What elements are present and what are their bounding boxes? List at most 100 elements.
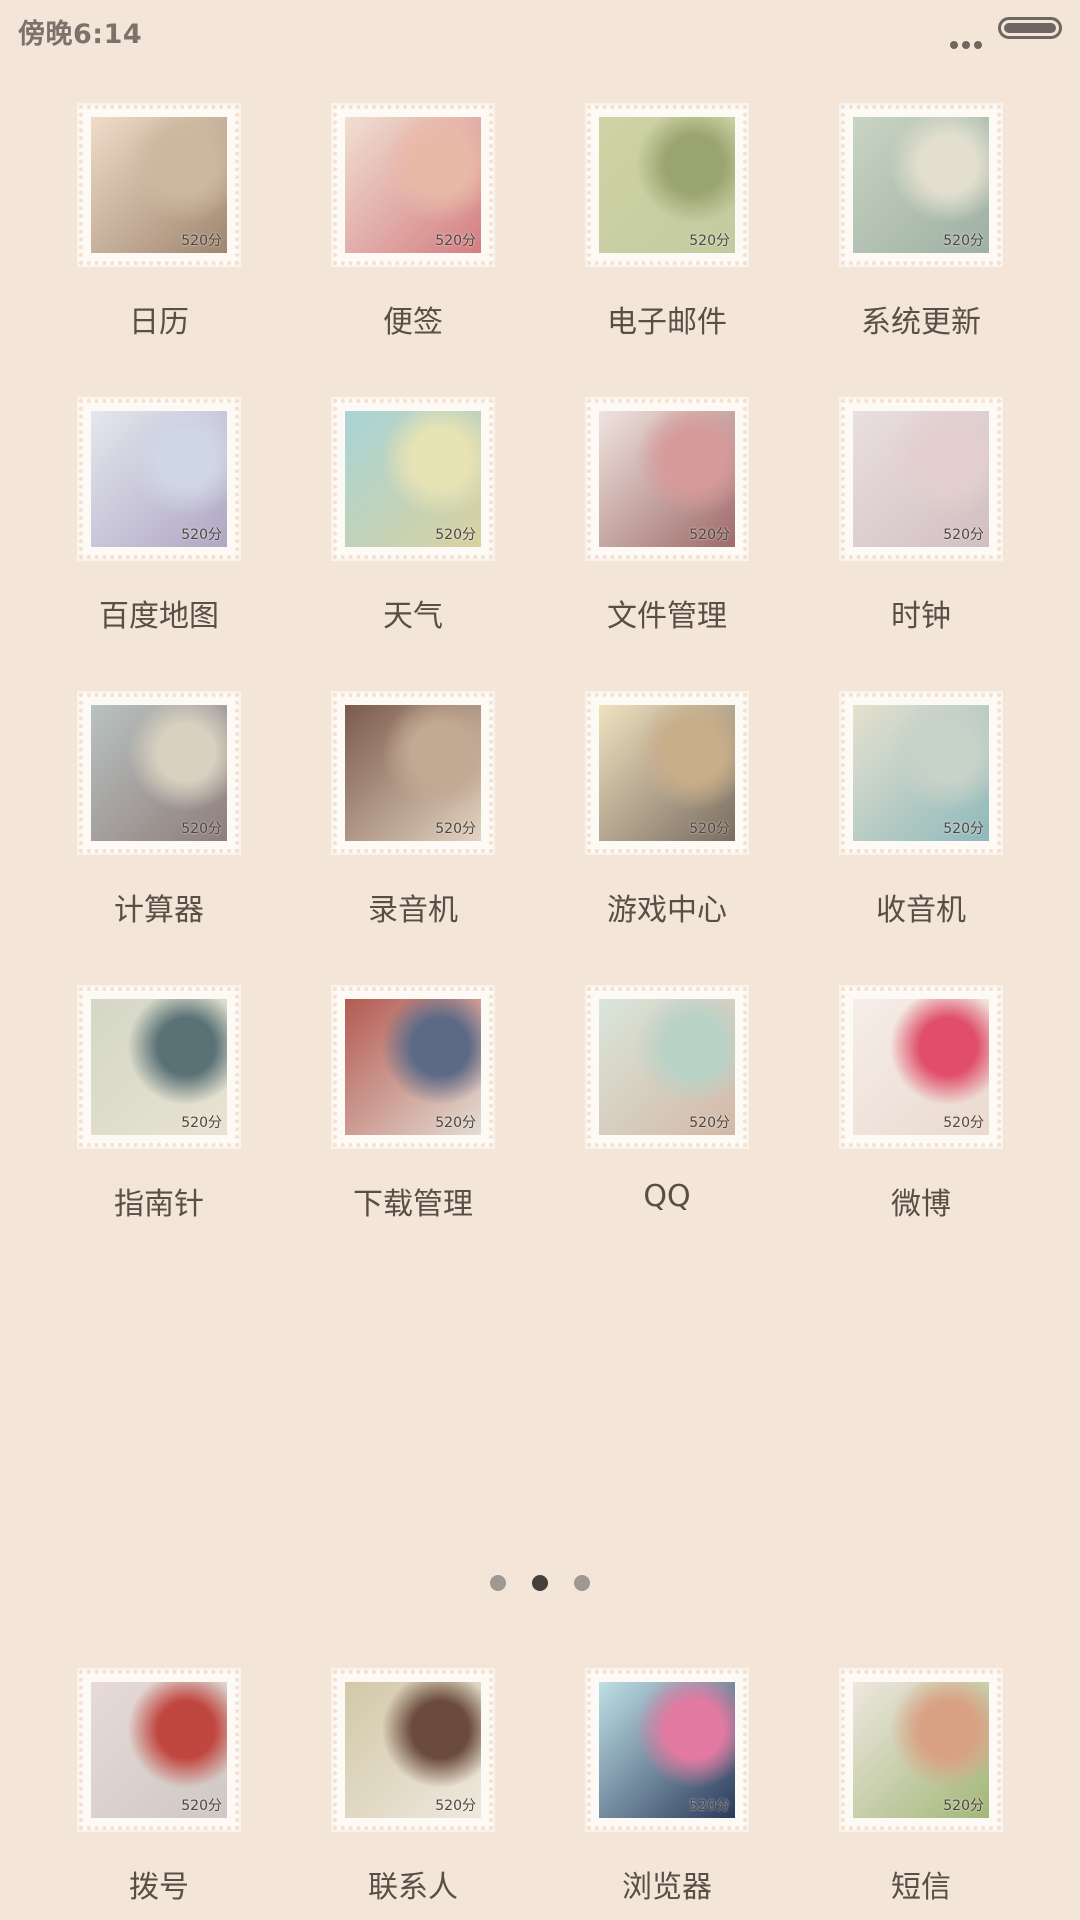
- stamp-frame: 520分: [79, 693, 239, 853]
- app-label: 游戏中心: [607, 893, 727, 928]
- app-label: 拨号: [129, 1870, 189, 1905]
- app-icon-4[interactable]: 520分短信: [794, 1670, 1048, 1910]
- app-label: 天气: [383, 599, 443, 634]
- score-label: 520分: [435, 233, 476, 249]
- app-icon-1[interactable]: 520分日历: [32, 105, 286, 345]
- app-photo: 520分: [91, 705, 227, 841]
- score-label: 520分: [181, 821, 222, 837]
- app-icon-2[interactable]: 520分便签: [286, 105, 540, 345]
- stamp-frame: 520分: [841, 105, 1001, 265]
- app-photo: 520分: [599, 1682, 735, 1818]
- app-photo: 520分: [853, 1682, 989, 1818]
- stamp-frame: 520分: [79, 987, 239, 1147]
- app-label: 日历: [129, 305, 189, 340]
- app-photo: 520分: [91, 1682, 227, 1818]
- score-label: 520分: [943, 1798, 984, 1814]
- more-dots-icon: [950, 34, 986, 53]
- app-icon-11[interactable]: 520分游戏中心: [540, 693, 794, 933]
- score-label: 520分: [943, 233, 984, 249]
- score-label: 520分: [435, 1798, 476, 1814]
- app-icon-9[interactable]: 520分计算器: [32, 693, 286, 933]
- app-photo: 520分: [345, 999, 481, 1135]
- app-label: 浏览器: [622, 1870, 712, 1905]
- score-label: 520分: [181, 233, 222, 249]
- status-time: 傍晚6:14: [18, 19, 143, 50]
- stamp-frame: 520分: [79, 105, 239, 265]
- app-icon-4[interactable]: 520分系统更新: [794, 105, 1048, 345]
- app-photo: 520分: [853, 411, 989, 547]
- score-label: 520分: [181, 527, 222, 543]
- app-label: 短信: [891, 1870, 951, 1905]
- stamp-frame: 520分: [587, 693, 747, 853]
- page-indicator: [0, 1575, 1080, 1595]
- app-photo: 520分: [599, 705, 735, 841]
- app-icon-8[interactable]: 520分时钟: [794, 399, 1048, 639]
- stamp-frame: 520分: [841, 399, 1001, 559]
- app-label: 收音机: [876, 893, 966, 928]
- app-icon-16[interactable]: 520分微博: [794, 987, 1048, 1227]
- app-icon-13[interactable]: 520分指南针: [32, 987, 286, 1227]
- app-photo: 520分: [345, 705, 481, 841]
- app-icon-6[interactable]: 520分天气: [286, 399, 540, 639]
- app-photo: 520分: [599, 117, 735, 253]
- app-label: 百度地图: [99, 599, 219, 634]
- app-icon-10[interactable]: 520分录音机: [286, 693, 540, 933]
- app-photo: 520分: [853, 705, 989, 841]
- app-label: 系统更新: [861, 305, 981, 340]
- app-label: 录音机: [368, 893, 458, 928]
- stamp-frame: 520分: [333, 399, 493, 559]
- app-label: 指南针: [114, 1187, 204, 1222]
- app-photo: 520分: [345, 1682, 481, 1818]
- score-label: 520分: [943, 527, 984, 543]
- score-label: 520分: [181, 1115, 222, 1131]
- stamp-frame: 520分: [841, 1670, 1001, 1830]
- app-icon-3[interactable]: 520分浏览器: [540, 1670, 794, 1910]
- stamp-frame: 520分: [333, 987, 493, 1147]
- stamp-frame: 520分: [587, 105, 747, 265]
- app-label: 电子邮件: [607, 305, 727, 340]
- app-photo: 520分: [91, 999, 227, 1135]
- app-photo: 520分: [91, 117, 227, 253]
- stamp-frame: 520分: [587, 987, 747, 1147]
- app-photo: 520分: [853, 117, 989, 253]
- stamp-frame: 520分: [333, 693, 493, 853]
- app-label: 时钟: [891, 599, 951, 634]
- app-icon-2[interactable]: 520分联系人: [286, 1670, 540, 1910]
- page-dot-3[interactable]: [574, 1575, 590, 1591]
- app-icon-12[interactable]: 520分收音机: [794, 693, 1048, 933]
- score-label: 520分: [435, 527, 476, 543]
- app-photo: 520分: [345, 117, 481, 253]
- score-label: 520分: [435, 821, 476, 837]
- app-label: 联系人: [368, 1870, 458, 1905]
- app-label: 便签: [383, 305, 443, 340]
- score-label: 520分: [181, 1798, 222, 1814]
- stamp-frame: 520分: [587, 399, 747, 559]
- score-label: 520分: [689, 233, 730, 249]
- app-icon-1[interactable]: 520分拨号: [32, 1670, 286, 1910]
- stamp-frame: 520分: [79, 399, 239, 559]
- page-dot-2[interactable]: [532, 1575, 548, 1591]
- app-photo: 520分: [599, 411, 735, 547]
- app-icon-3[interactable]: 520分电子邮件: [540, 105, 794, 345]
- battery-icon: [998, 17, 1062, 39]
- page-dot-1[interactable]: [490, 1575, 506, 1591]
- score-label: 520分: [943, 821, 984, 837]
- stamp-frame: 520分: [841, 693, 1001, 853]
- app-label: 文件管理: [607, 599, 727, 634]
- stamp-frame: 520分: [841, 987, 1001, 1147]
- app-icon-7[interactable]: 520分文件管理: [540, 399, 794, 639]
- stamp-frame: 520分: [333, 105, 493, 265]
- app-photo: 520分: [599, 999, 735, 1135]
- app-photo: 520分: [853, 999, 989, 1135]
- score-label: 520分: [689, 1115, 730, 1131]
- score-label: 520分: [689, 1798, 730, 1814]
- app-label: 计算器: [114, 893, 204, 928]
- app-icon-5[interactable]: 520分百度地图: [32, 399, 286, 639]
- app-icon-15[interactable]: 520分 QQ: [540, 987, 794, 1227]
- app-icon-14[interactable]: 520分 下载管理: [286, 987, 540, 1227]
- stamp-frame: 520分: [333, 1670, 493, 1830]
- app-photo: 520分: [91, 411, 227, 547]
- score-label: 520分: [689, 821, 730, 837]
- app-label: 微博: [891, 1187, 951, 1222]
- app-photo: 520分: [345, 411, 481, 547]
